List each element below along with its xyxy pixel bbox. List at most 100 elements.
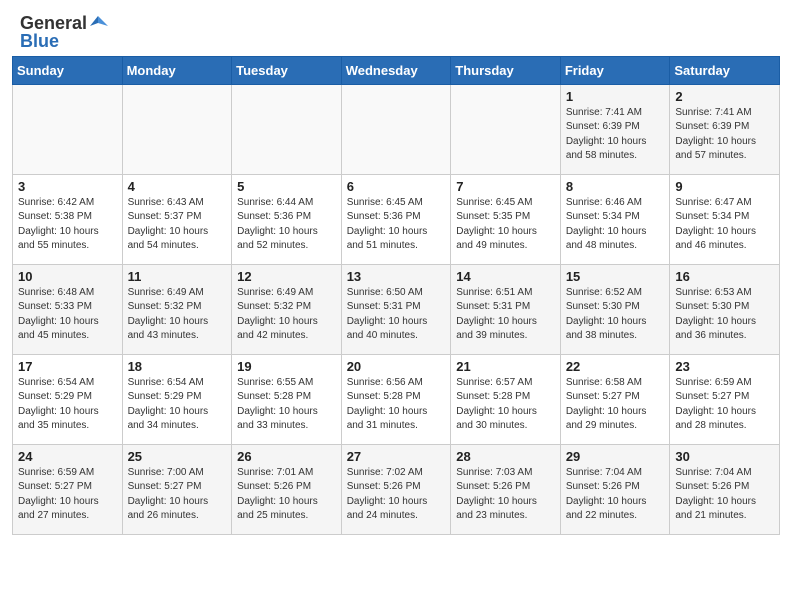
day-number: 19 xyxy=(237,359,336,374)
day-cell xyxy=(451,84,561,174)
day-cell: 5 Sunrise: 6:44 AM Sunset: 5:36 PM Daylig… xyxy=(232,174,342,264)
day-number: 22 xyxy=(566,359,665,374)
day-number: 1 xyxy=(566,89,665,104)
calendar-body: 1 Sunrise: 7:41 AM Sunset: 6:39 PM Daylig… xyxy=(13,84,780,534)
day-number: 26 xyxy=(237,449,336,464)
day-cell xyxy=(232,84,342,174)
logo-bird-icon xyxy=(88,12,110,34)
day-number: 6 xyxy=(347,179,446,194)
day-info: Sunrise: 6:45 AM Sunset: 5:36 PM Dayligh… xyxy=(347,196,446,254)
weekday-header-monday: Monday xyxy=(122,56,232,84)
day-cell: 23 Sunrise: 6:59 AM Sunset: 5:27 PM Dayli… xyxy=(670,354,780,444)
week-row-5: 24Sunrise: 6:59 AM Sunset: 5:27 PM Dayli… xyxy=(13,444,780,534)
weekday-header-sunday: Sunday xyxy=(13,56,123,84)
day-cell: 15 Sunrise: 6:52 AM Sunset: 5:30 PM Dayli… xyxy=(560,264,670,354)
day-info: Sunrise: 6:47 AM Sunset: 5:34 PM Dayligh… xyxy=(675,196,774,254)
logo-text-blue: Blue xyxy=(20,32,59,52)
day-number: 30 xyxy=(675,449,774,464)
day-cell: 2 Sunrise: 7:41 AM Sunset: 6:39 PM Daylig… xyxy=(670,84,780,174)
day-cell: 28 Sunrise: 7:03 AM Sunset: 5:26 PM Dayli… xyxy=(451,444,561,534)
day-number: 15 xyxy=(566,269,665,284)
day-info: Sunrise: 6:54 AM Sunset: 5:29 PM Dayligh… xyxy=(18,376,117,434)
day-info: Sunrise: 6:50 AM Sunset: 5:31 PM Dayligh… xyxy=(347,286,446,344)
weekday-header-tuesday: Tuesday xyxy=(232,56,342,84)
day-info: Sunrise: 6:49 AM Sunset: 5:32 PM Dayligh… xyxy=(128,286,227,344)
day-cell: 10 Sunrise: 6:48 AM Sunset: 5:33 PM Dayli… xyxy=(13,264,123,354)
weekday-header-friday: Friday xyxy=(560,56,670,84)
day-cell: 29 Sunrise: 7:04 AM Sunset: 5:26 PM Dayli… xyxy=(560,444,670,534)
calendar-table: SundayMondayTuesdayWednesdayThursdayFrid… xyxy=(12,56,780,535)
day-number: 10 xyxy=(18,269,117,284)
day-number: 2 xyxy=(675,89,774,104)
day-cell xyxy=(122,84,232,174)
week-row-1: 1 Sunrise: 7:41 AM Sunset: 6:39 PM Daylig… xyxy=(13,84,780,174)
weekday-header-wednesday: Wednesday xyxy=(341,56,451,84)
day-cell: 6 Sunrise: 6:45 AM Sunset: 5:36 PM Daylig… xyxy=(341,174,451,264)
day-cell: 22 Sunrise: 6:58 AM Sunset: 5:27 PM Dayli… xyxy=(560,354,670,444)
day-number: 8 xyxy=(566,179,665,194)
day-number: 27 xyxy=(347,449,446,464)
weekday-header-saturday: Saturday xyxy=(670,56,780,84)
day-cell: 13 Sunrise: 6:50 AM Sunset: 5:31 PM Dayli… xyxy=(341,264,451,354)
day-number: 7 xyxy=(456,179,555,194)
day-info: Sunrise: 6:55 AM Sunset: 5:28 PM Dayligh… xyxy=(237,376,336,434)
day-number: 18 xyxy=(128,359,227,374)
calendar-container: SundayMondayTuesdayWednesdayThursdayFrid… xyxy=(0,56,792,547)
day-cell: 16Sunrise: 6:53 AM Sunset: 5:30 PM Dayli… xyxy=(670,264,780,354)
day-cell: 7 Sunrise: 6:45 AM Sunset: 5:35 PM Daylig… xyxy=(451,174,561,264)
day-number: 4 xyxy=(128,179,227,194)
day-cell: 19 Sunrise: 6:55 AM Sunset: 5:28 PM Dayli… xyxy=(232,354,342,444)
day-number: 11 xyxy=(128,269,227,284)
day-cell: 30 Sunrise: 7:04 AM Sunset: 5:26 PM Dayli… xyxy=(670,444,780,534)
day-info: Sunrise: 6:52 AM Sunset: 5:30 PM Dayligh… xyxy=(566,286,665,344)
day-info: Sunrise: 7:02 AM Sunset: 5:26 PM Dayligh… xyxy=(347,466,446,524)
day-info: Sunrise: 6:48 AM Sunset: 5:33 PM Dayligh… xyxy=(18,286,117,344)
day-number: 29 xyxy=(566,449,665,464)
day-number: 5 xyxy=(237,179,336,194)
day-cell: 12Sunrise: 6:49 AM Sunset: 5:32 PM Dayli… xyxy=(232,264,342,354)
day-cell: 14Sunrise: 6:51 AM Sunset: 5:31 PM Dayli… xyxy=(451,264,561,354)
day-info: Sunrise: 6:57 AM Sunset: 5:28 PM Dayligh… xyxy=(456,376,555,434)
day-number: 21 xyxy=(456,359,555,374)
week-row-2: 3Sunrise: 6:42 AM Sunset: 5:38 PM Daylig… xyxy=(13,174,780,264)
day-cell xyxy=(13,84,123,174)
day-cell: 18 Sunrise: 6:54 AM Sunset: 5:29 PM Dayli… xyxy=(122,354,232,444)
day-number: 24 xyxy=(18,449,117,464)
day-cell: 21 Sunrise: 6:57 AM Sunset: 5:28 PM Dayli… xyxy=(451,354,561,444)
day-info: Sunrise: 7:03 AM Sunset: 5:26 PM Dayligh… xyxy=(456,466,555,524)
day-cell: 1Sunrise: 7:41 AM Sunset: 6:39 PM Daylig… xyxy=(560,84,670,174)
day-info: Sunrise: 6:54 AM Sunset: 5:29 PM Dayligh… xyxy=(128,376,227,434)
day-info: Sunrise: 6:49 AM Sunset: 5:32 PM Dayligh… xyxy=(237,286,336,344)
day-cell: 26Sunrise: 7:01 AM Sunset: 5:26 PM Dayli… xyxy=(232,444,342,534)
day-info: Sunrise: 7:41 AM Sunset: 6:39 PM Dayligh… xyxy=(675,106,774,164)
day-number: 25 xyxy=(128,449,227,464)
day-info: Sunrise: 7:04 AM Sunset: 5:26 PM Dayligh… xyxy=(675,466,774,524)
day-info: Sunrise: 6:45 AM Sunset: 5:35 PM Dayligh… xyxy=(456,196,555,254)
day-info: Sunrise: 7:00 AM Sunset: 5:27 PM Dayligh… xyxy=(128,466,227,524)
day-cell: 24Sunrise: 6:59 AM Sunset: 5:27 PM Dayli… xyxy=(13,444,123,534)
day-cell: 4 Sunrise: 6:43 AM Sunset: 5:37 PM Daylig… xyxy=(122,174,232,264)
day-cell: 11 Sunrise: 6:49 AM Sunset: 5:32 PM Dayli… xyxy=(122,264,232,354)
day-cell: 20Sunrise: 6:56 AM Sunset: 5:28 PM Dayli… xyxy=(341,354,451,444)
day-cell: 9 Sunrise: 6:47 AM Sunset: 5:34 PM Daylig… xyxy=(670,174,780,264)
day-info: Sunrise: 6:44 AM Sunset: 5:36 PM Dayligh… xyxy=(237,196,336,254)
day-number: 20 xyxy=(347,359,446,374)
day-info: Sunrise: 7:04 AM Sunset: 5:26 PM Dayligh… xyxy=(566,466,665,524)
day-info: Sunrise: 6:42 AM Sunset: 5:38 PM Dayligh… xyxy=(18,196,117,254)
logo: General Blue xyxy=(20,14,110,52)
day-number: 23 xyxy=(675,359,774,374)
page-header: General Blue xyxy=(0,0,792,56)
day-info: Sunrise: 6:59 AM Sunset: 5:27 PM Dayligh… xyxy=(675,376,774,434)
day-cell: 17 Sunrise: 6:54 AM Sunset: 5:29 PM Dayli… xyxy=(13,354,123,444)
day-number: 14 xyxy=(456,269,555,284)
weekday-header-thursday: Thursday xyxy=(451,56,561,84)
day-number: 13 xyxy=(347,269,446,284)
day-cell: 25 Sunrise: 7:00 AM Sunset: 5:27 PM Dayli… xyxy=(122,444,232,534)
day-info: Sunrise: 6:46 AM Sunset: 5:34 PM Dayligh… xyxy=(566,196,665,254)
day-cell: 3Sunrise: 6:42 AM Sunset: 5:38 PM Daylig… xyxy=(13,174,123,264)
day-number: 28 xyxy=(456,449,555,464)
day-number: 17 xyxy=(18,359,117,374)
day-info: Sunrise: 6:43 AM Sunset: 5:37 PM Dayligh… xyxy=(128,196,227,254)
day-info: Sunrise: 6:58 AM Sunset: 5:27 PM Dayligh… xyxy=(566,376,665,434)
day-number: 9 xyxy=(675,179,774,194)
